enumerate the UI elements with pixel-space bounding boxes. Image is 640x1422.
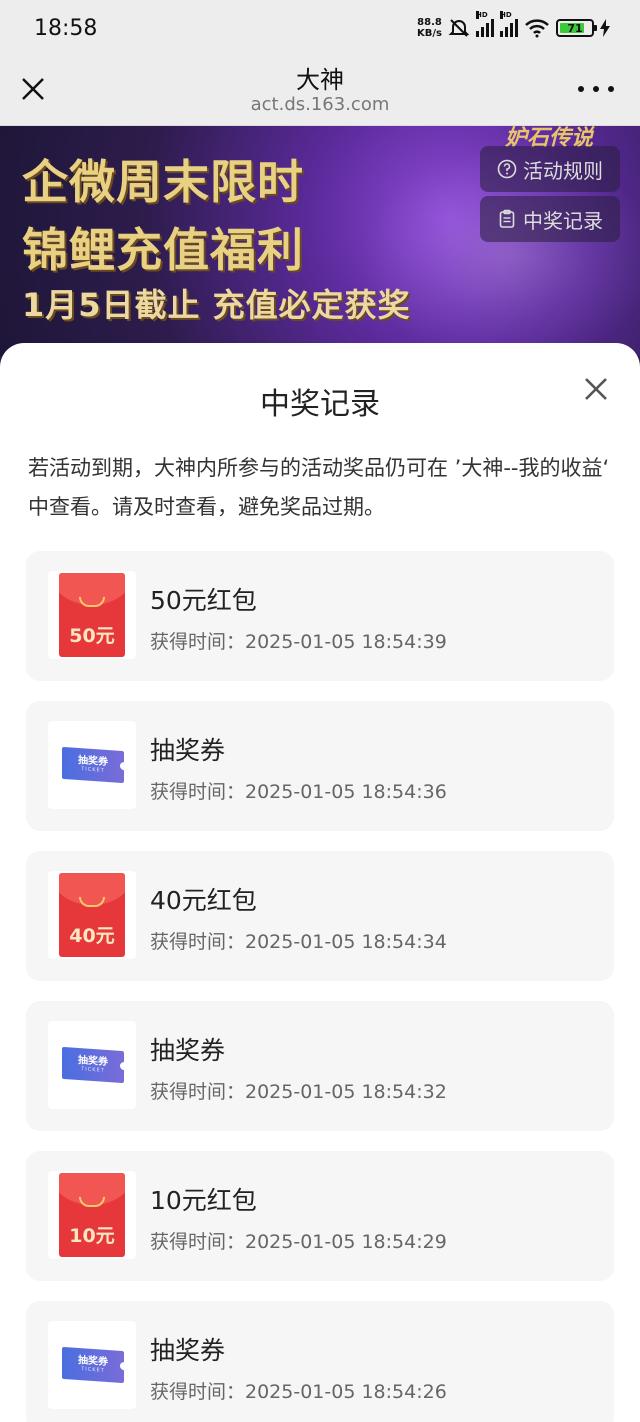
records-button-label: 中奖记录 xyxy=(523,208,603,233)
prize-name: 10元红包 xyxy=(150,1186,257,1215)
banner-subline: 1月5日截止 充值必定获奖 xyxy=(22,286,411,324)
rules-button-label: 活动规则 xyxy=(523,158,603,183)
prize-time: 获得时间：2025-01-05 18:54:26 xyxy=(150,1381,447,1403)
records-sheet: 中奖记录 若活动到期，大神内所参与的活动奖品仍可在 ’大神--我的收益‘ 中查看… xyxy=(0,343,640,1422)
prize-thumbnail: 40元 xyxy=(48,871,136,959)
records-button[interactable]: 中奖记录 xyxy=(480,196,620,242)
prize-thumbnail: 10元 xyxy=(48,1171,136,1259)
prize-thumbnail: 50元 xyxy=(48,571,136,659)
prize-time: 获得时间：2025-01-05 18:54:34 xyxy=(150,931,447,953)
envelope-value: 40元 xyxy=(69,925,115,947)
record-item: 10元 10元红包获得时间：2025-01-05 18:54:29 xyxy=(26,1151,614,1281)
signal-icon: HD xyxy=(476,11,494,37)
prize-name: 抽奖券 xyxy=(150,1036,226,1065)
record-item: 50元 50元红包获得时间：2025-01-05 18:54:39 xyxy=(26,551,614,681)
close-icon[interactable] xyxy=(582,375,610,403)
net-speed: 88.8 KB/s xyxy=(417,17,442,39)
battery-icon: 71 xyxy=(556,19,597,37)
ticket-icon: 抽奖券 TICKET xyxy=(62,746,128,784)
sheet-title: 中奖记录 xyxy=(260,387,380,422)
status-icons: 88.8 KB/s HD HD 71 xyxy=(417,11,610,39)
prize-name: 抽奖券 xyxy=(150,736,226,765)
battery-level: 71 xyxy=(567,21,583,35)
prize-name: 40元红包 xyxy=(150,886,257,915)
red-envelope-icon: 50元 xyxy=(59,573,125,657)
more-icon[interactable] xyxy=(578,76,614,102)
record-item: 抽奖券 TICKET 抽奖券获得时间：2025-01-05 18:54:32 xyxy=(26,1001,614,1131)
envelope-value: 50元 xyxy=(69,625,115,647)
prize-name: 抽奖券 xyxy=(150,1336,226,1365)
prize-time: 获得时间：2025-01-05 18:54:39 xyxy=(150,631,447,653)
clipboard-icon xyxy=(499,209,515,228)
signal-icon: HD xyxy=(500,11,518,37)
charging-icon xyxy=(600,19,610,37)
signal-hd-label: HD xyxy=(476,11,488,19)
ticket-icon: 抽奖券 TICKET xyxy=(62,1346,128,1384)
status-time: 18:58 xyxy=(34,15,98,41)
wifi-icon xyxy=(525,19,549,38)
mute-bell-icon xyxy=(448,19,470,37)
net-speed-unit: KB/s xyxy=(417,28,442,39)
envelope-value: 10元 xyxy=(69,1225,115,1247)
signal-hd-label: HD xyxy=(500,11,512,19)
record-item: 抽奖券 TICKET 抽奖券获得时间：2025-01-05 18:54:36 xyxy=(26,701,614,831)
net-speed-value: 88.8 xyxy=(417,17,442,28)
record-item: 抽奖券 TICKET 抽奖券获得时间：2025-01-05 18:54:26 xyxy=(26,1301,614,1422)
record-item: 40元 40元红包获得时间：2025-01-05 18:54:34 xyxy=(26,851,614,981)
prize-thumbnail: 抽奖券 TICKET xyxy=(48,1021,136,1109)
ticket-icon: 抽奖券 TICKET xyxy=(62,1046,128,1084)
prize-time: 获得时间：2025-01-05 18:54:36 xyxy=(150,781,447,803)
sheet-note: 若活动到期，大神内所参与的活动奖品仍可在 ’大神--我的收益‘ 中查看。请及时查… xyxy=(28,456,610,519)
promo-banner: 妒石传说 企微周末限时 锦鲤充值福利 1月5日截止 充值必定获奖 活动规则 中奖… xyxy=(0,126,640,356)
prize-time: 获得时间：2025-01-05 18:54:29 xyxy=(150,1231,447,1253)
rules-button[interactable]: 活动规则 xyxy=(480,146,620,192)
banner-headline-1: 企微周末限时 xyxy=(22,155,304,209)
status-bar: 18:58 88.8 KB/s HD HD 71 xyxy=(0,0,640,56)
red-envelope-icon: 10元 xyxy=(59,1173,125,1257)
red-envelope-icon: 40元 xyxy=(59,873,125,957)
prize-thumbnail: 抽奖券 TICKET xyxy=(48,721,136,809)
page-url: act.ds.163.com xyxy=(250,94,390,115)
page-title: 大神 xyxy=(296,66,344,94)
nav-bar: 大神 act.ds.163.com xyxy=(0,56,640,126)
question-circle-icon xyxy=(497,159,517,179)
prize-time: 获得时间：2025-01-05 18:54:32 xyxy=(150,1081,447,1103)
prize-thumbnail: 抽奖券 TICKET xyxy=(48,1321,136,1409)
prize-name: 50元红包 xyxy=(150,586,257,615)
banner-headline-2: 锦鲤充值福利 xyxy=(22,223,304,277)
